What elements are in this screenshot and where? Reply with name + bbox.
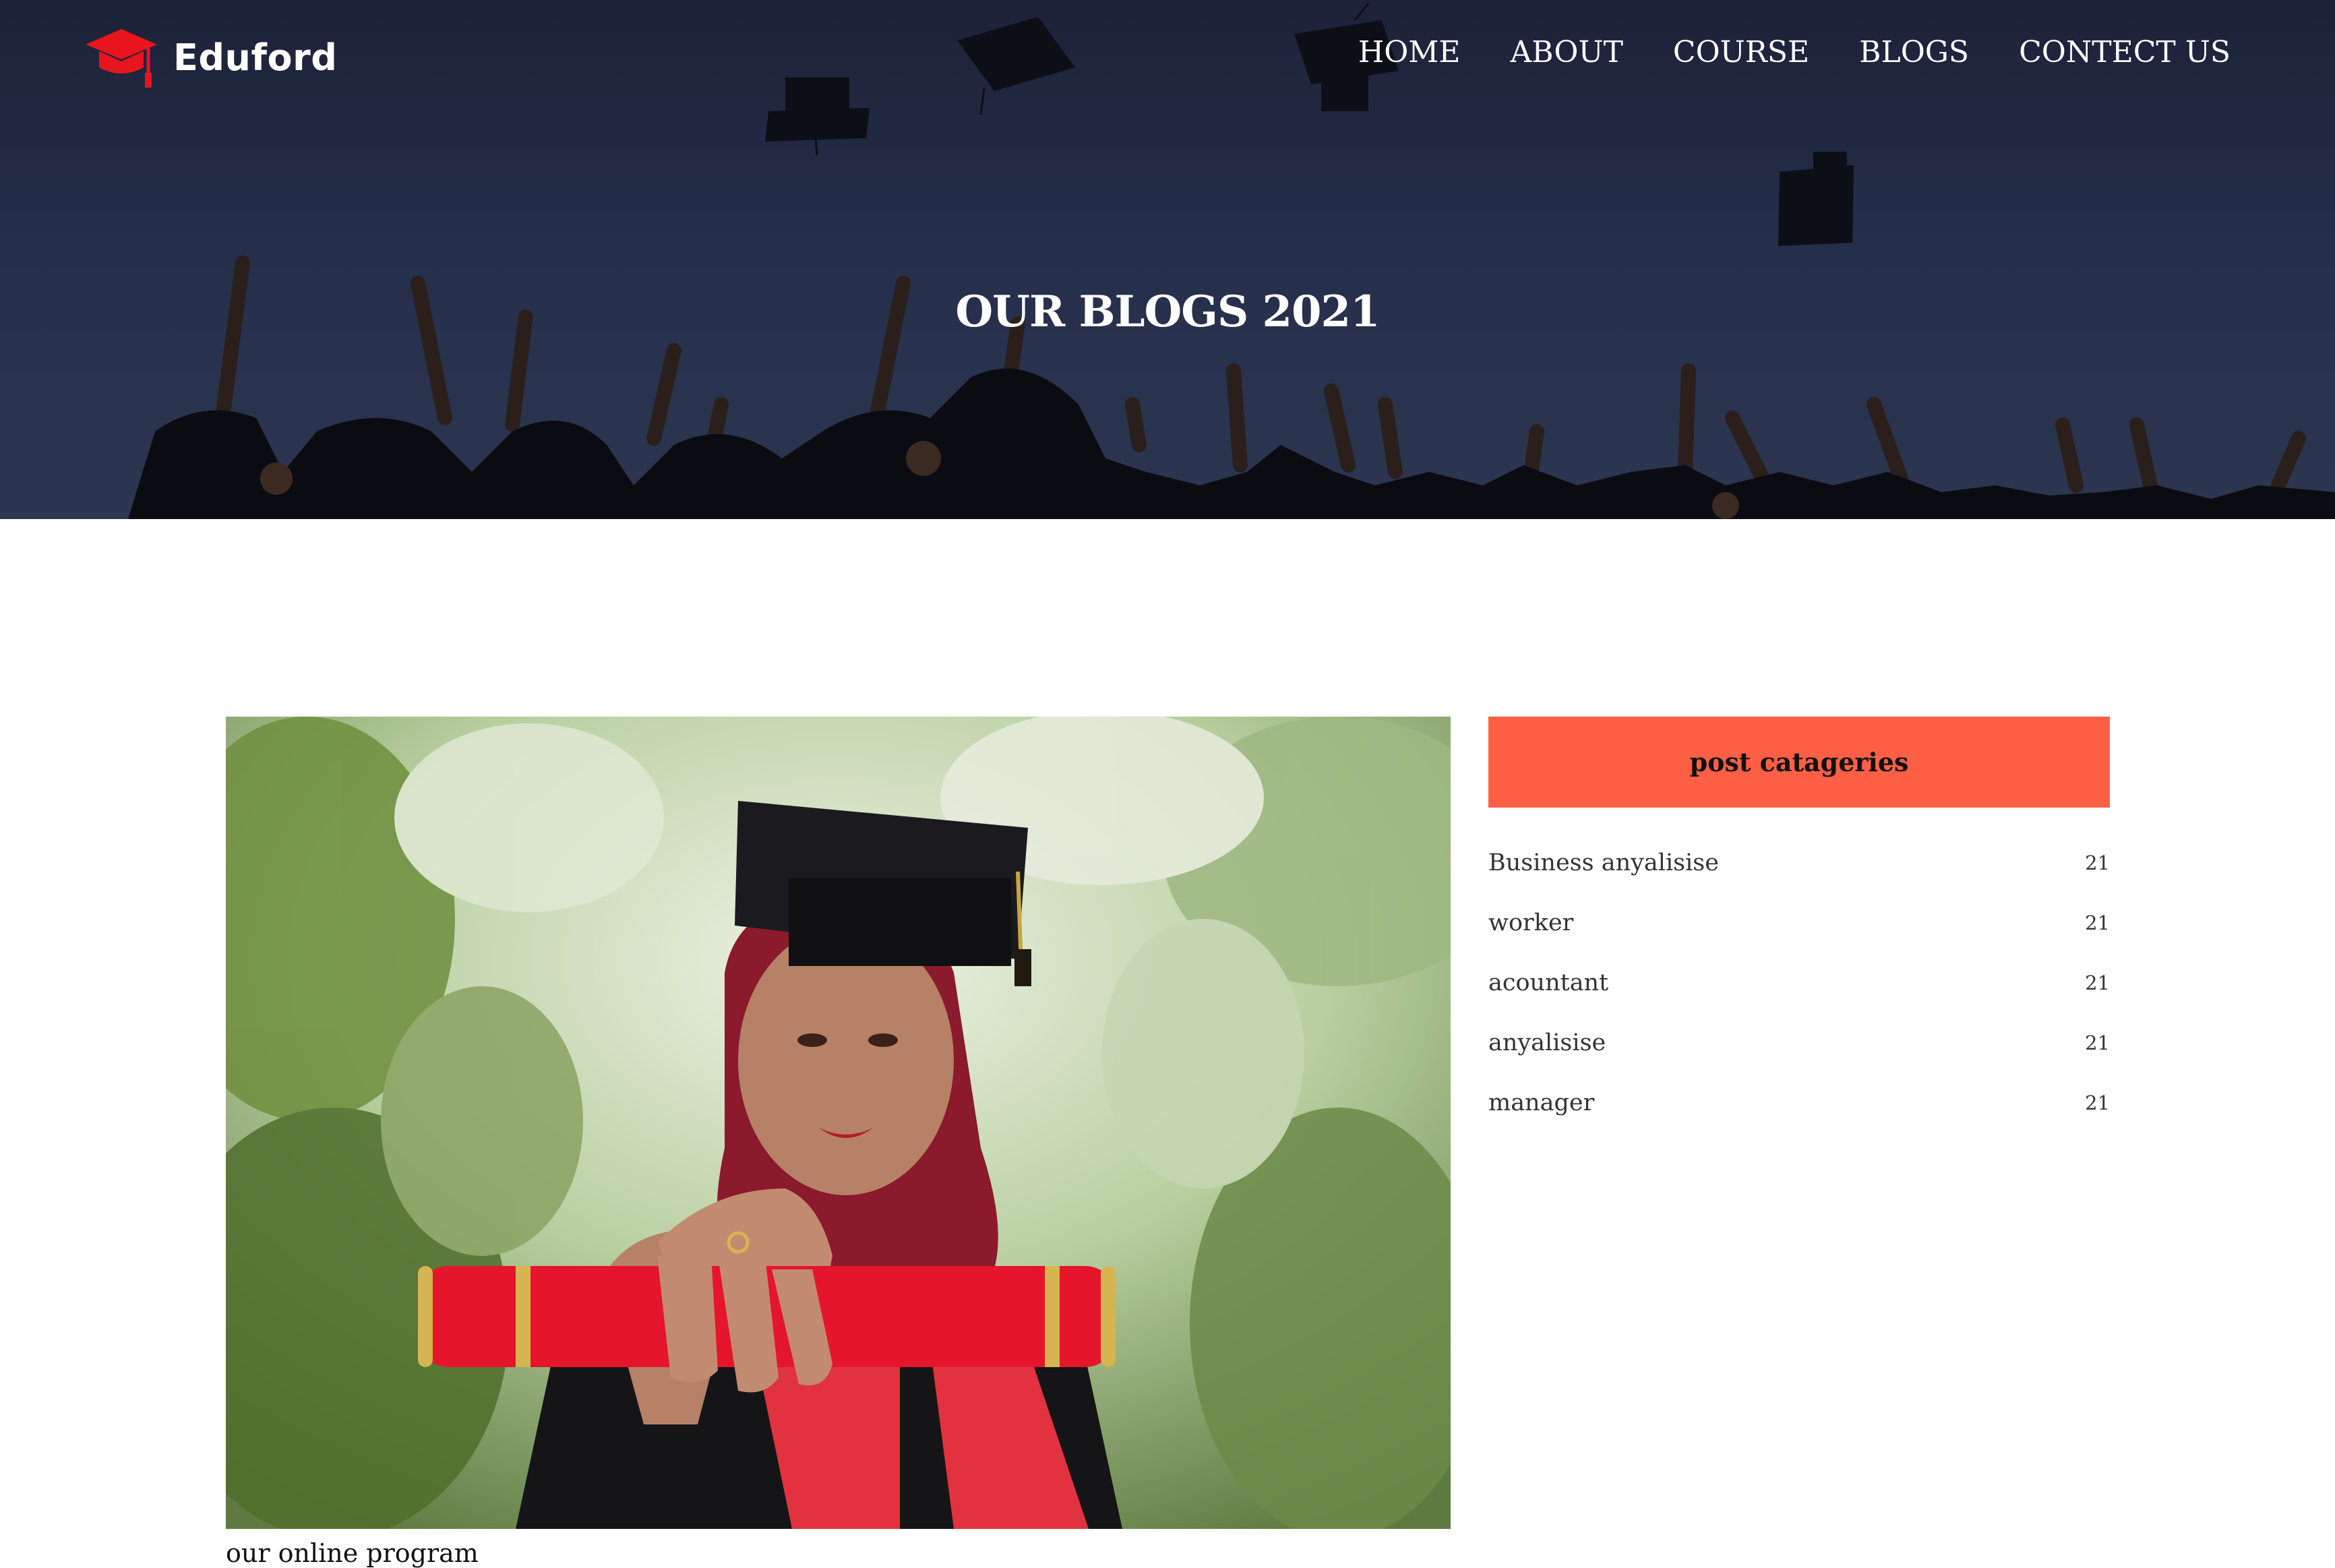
category-name: worker [1488, 909, 1574, 936]
category-count: 21 [2085, 971, 2110, 994]
nav-course[interactable]: COURSE [1673, 35, 1809, 69]
page-title: OUR BLOGS 2021 [955, 287, 1380, 337]
brand-logo[interactable]: Eduford [84, 26, 337, 90]
nav-blogs[interactable]: BLOGS [1859, 35, 1969, 69]
category-item[interactable]: anyalisise 21 [1488, 1013, 2110, 1073]
categories-header: post catageries [1488, 717, 2110, 808]
nav-home[interactable]: HOME [1358, 35, 1461, 69]
category-name: manager [1488, 1089, 1595, 1116]
category-count: 21 [2085, 1031, 2110, 1054]
category-name: anyalisise [1488, 1029, 1606, 1056]
category-count: 21 [2085, 851, 2110, 874]
graduation-cap-icon [86, 29, 157, 88]
category-item[interactable]: worker 21 [1488, 893, 2110, 953]
category-name: Business anyalisise [1488, 849, 1719, 876]
brand-name: Eduford [173, 36, 338, 79]
graduate-photo [226, 717, 1451, 1529]
post-caption[interactable]: our online program [226, 1538, 479, 1568]
graduates-photo [128, 3, 2335, 519]
nav-contact[interactable]: CONTECT US [2019, 35, 2231, 69]
category-count: 21 [2085, 1091, 2110, 1114]
categories-header-label: post catageries [1689, 747, 1909, 777]
categories-list: Business anyalisise 21 worker 21 acounta… [1488, 833, 2110, 1133]
hero-banner: Eduford HOME ABOUT COURSE BLOGS CONTECT … [0, 0, 2335, 519]
main-nav: HOME ABOUT COURSE BLOGS CONTECT US [1308, 35, 2231, 69]
category-item[interactable]: manager 21 [1488, 1073, 2110, 1133]
category-count: 21 [2085, 911, 2110, 934]
category-item[interactable]: Business anyalisise 21 [1488, 833, 2110, 893]
nav-about[interactable]: ABOUT [1510, 35, 1623, 69]
category-item[interactable]: acountant 21 [1488, 953, 2110, 1013]
category-name: acountant [1488, 969, 1609, 996]
post-image[interactable] [226, 717, 1451, 1529]
